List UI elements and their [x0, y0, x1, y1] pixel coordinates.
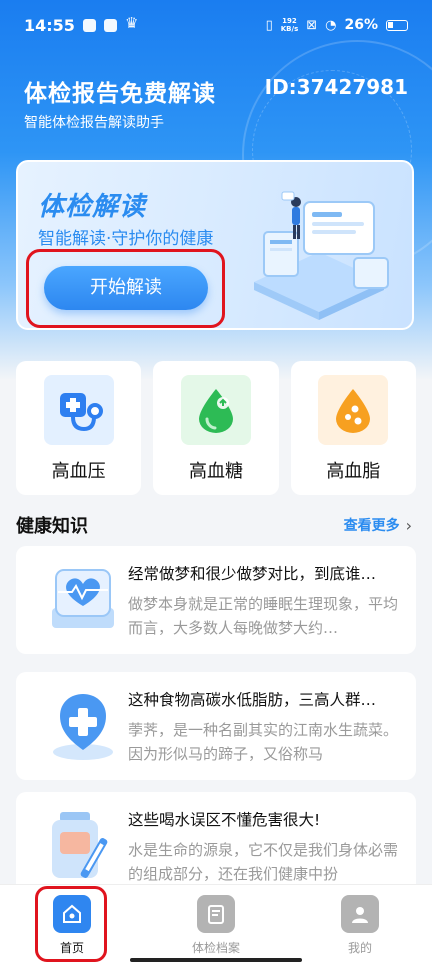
- tab-label: 体检档案: [191, 941, 240, 955]
- home-indicator[interactable]: [130, 958, 302, 962]
- category-hypertension[interactable]: 高血压: [16, 361, 142, 495]
- sim-icon: ⊠: [306, 17, 318, 33]
- blood-pressure-icon: [43, 375, 114, 445]
- section-title: 健康知识: [16, 516, 88, 537]
- status-bar: 14:55 ▯ 192 KB/s ⊠ ◔ 26%: [0, 0, 432, 50]
- tab-profile[interactable]: 我的: [288, 885, 432, 964]
- tab-label: 我的: [347, 941, 372, 955]
- medical-shield-icon: [53, 694, 113, 760]
- category-cards: 高血压 高血糖 高血脂: [16, 361, 416, 495]
- page-subtitle: 智能体检报告解读助手: [24, 115, 164, 131]
- wifi-icon: ◔: [325, 17, 337, 33]
- category-hyperlipidemia[interactable]: 高血脂: [290, 361, 416, 495]
- battery-icon: [386, 19, 408, 31]
- category-hyperglycemia[interactable]: 高血糖: [153, 361, 279, 495]
- article-title: 这种食物高碳水低脂肪，三高人群…: [128, 691, 377, 709]
- status-time: 14:55: [24, 15, 75, 35]
- document-icon: [197, 895, 235, 933]
- tab-home[interactable]: 首页: [0, 885, 144, 964]
- vibrate-icon: ▯: [265, 17, 273, 33]
- crown-app-icon: [125, 14, 141, 32]
- interpretation-banner[interactable]: 体检解读 智能解读·守护你的健康 开始解读: [16, 160, 414, 330]
- see-more-link[interactable]: 查看更多 ›: [344, 515, 412, 535]
- article-card[interactable]: 经常做梦和很少做梦对比，到底谁… 做梦本身就是正常的睡眠生理现象，平均而言，大多…: [16, 546, 416, 654]
- article-summary: 荸荠，是一种名副其实的江南水生蔬菜。因为形似马的蹄子，又俗称马: [128, 721, 399, 763]
- banner-title: 体检解读: [38, 192, 147, 222]
- category-label: 高血糖: [188, 461, 243, 482]
- category-label: 高血脂: [326, 461, 381, 482]
- article-card[interactable]: 这种食物高碳水低脂肪，三高人群… 荸荠，是一种名副其实的江南水生蔬菜。因为形似马…: [16, 672, 416, 780]
- banner-subtitle: 智能解读·守护你的健康: [38, 229, 214, 249]
- article-title: 经常做梦和很少做梦对比，到底谁…: [128, 565, 377, 583]
- mail-app-icon: [103, 18, 117, 32]
- start-interpretation-button[interactable]: 开始解读: [44, 266, 208, 310]
- home-icon: [53, 895, 91, 933]
- chevron-right-icon: ›: [405, 515, 412, 535]
- article-summary: 水是生命的源泉，它不仅是我们身体必需的组成部分，还在我们健康中扮: [128, 841, 399, 883]
- article-summary: 做梦本身就是正常的睡眠生理现象，平均而言，大多数人每晚做梦大约…: [128, 595, 399, 637]
- bottom-tab-bar: 首页 体检档案 我的: [0, 884, 432, 964]
- tab-records[interactable]: 体检档案: [144, 885, 288, 964]
- category-label: 高血压: [51, 461, 106, 482]
- page-title: 体检报告免费解读: [24, 81, 216, 107]
- media-app-icon: [82, 18, 96, 32]
- heart-monitor-icon: [52, 569, 114, 628]
- health-platform-illustration: [254, 191, 389, 320]
- green-drop-icon: [180, 375, 251, 445]
- battery-percent: 26%: [344, 17, 378, 33]
- orange-drop-icon: [318, 375, 389, 445]
- user-id: ID:37427981: [264, 75, 408, 99]
- article-title: 这些喝水误区不懂危害很大!: [128, 811, 321, 829]
- network-speed: 192 KB/s: [280, 17, 299, 33]
- medical-kit-icon: [52, 812, 108, 878]
- user-icon: [341, 895, 379, 933]
- tab-label: 首页: [59, 941, 84, 955]
